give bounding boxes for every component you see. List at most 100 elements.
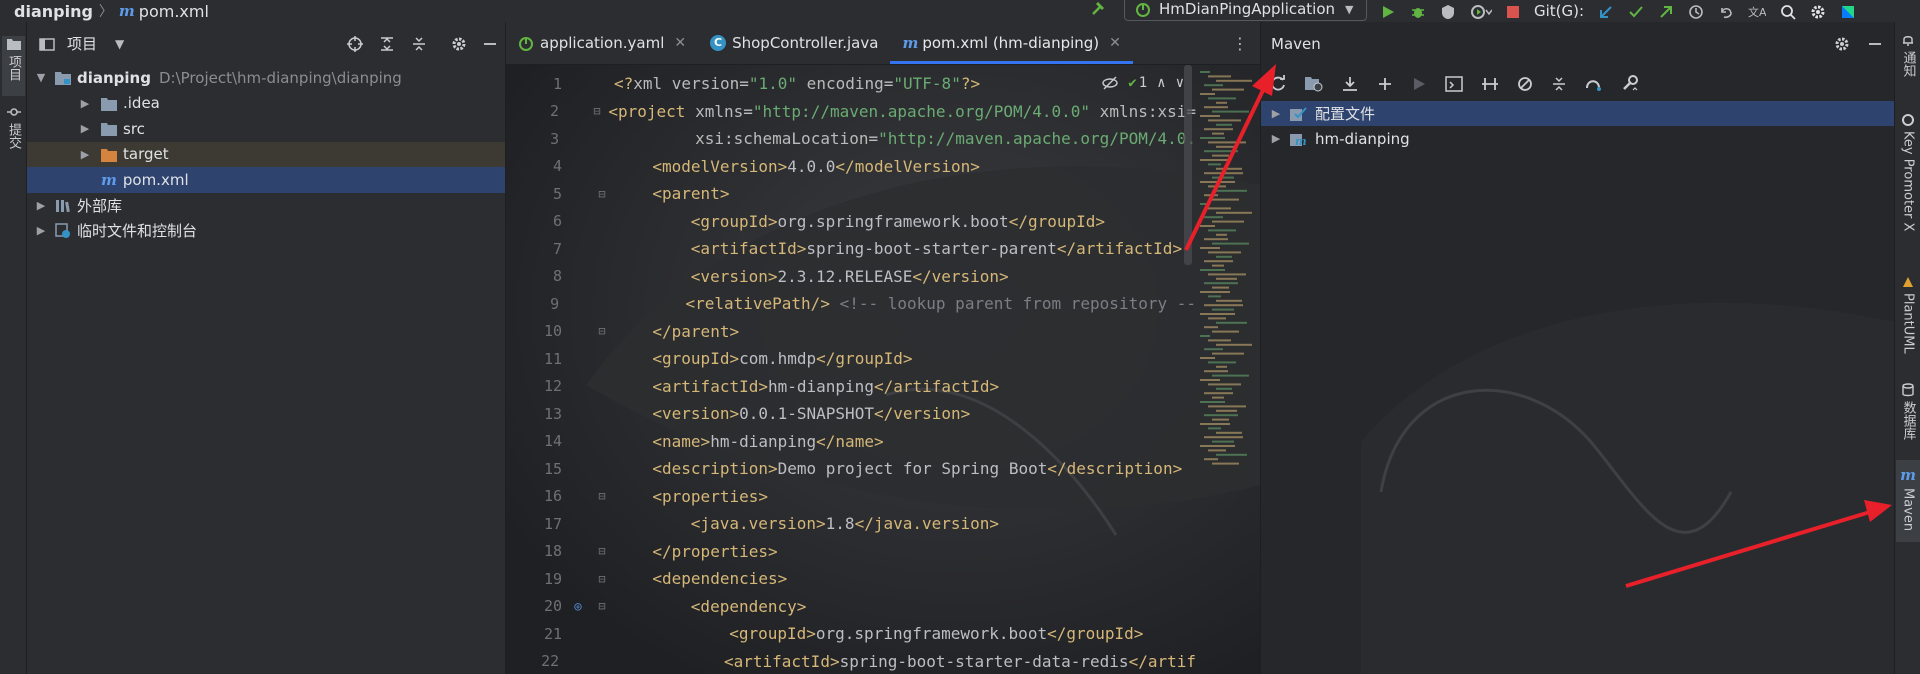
code-line[interactable]: 8 <version>2.3.12.RELEASE</version> xyxy=(506,263,1196,290)
generate-sources-icon[interactable] xyxy=(1305,74,1323,92)
code-line[interactable]: 16 ⊟ <properties> xyxy=(506,483,1196,510)
chevron-right-icon[interactable]: ▶ xyxy=(33,224,49,237)
code-line[interactable]: 4 <modelVersion>4.0.0</modelVersion> xyxy=(506,153,1196,180)
fold-icon[interactable]: ⊟ xyxy=(590,599,614,613)
git-update-icon[interactable] xyxy=(1598,2,1614,20)
coverage-icon[interactable] xyxy=(1440,2,1456,20)
run-icon[interactable] xyxy=(1380,2,1396,20)
profile-icon[interactable] xyxy=(1470,2,1492,20)
eye-crossed-icon[interactable] xyxy=(1102,75,1118,91)
rollback-icon[interactable] xyxy=(1718,2,1734,20)
tab-pom-xml[interactable]: m pom.xml (hm-dianping) ✕ xyxy=(890,22,1134,64)
execute-goal-icon[interactable] xyxy=(1445,74,1463,92)
tab-application-yaml[interactable]: application.yaml ✕ xyxy=(506,22,698,64)
close-icon[interactable]: ✕ xyxy=(1109,35,1121,51)
vertical-scrollbar[interactable] xyxy=(1184,65,1192,265)
tool-window-tab-key-promoter[interactable]: Key Promoter X xyxy=(1896,112,1920,262)
code-line[interactable]: 13 <version>0.0.1-SNAPSHOT</version> xyxy=(506,400,1196,427)
tree-row-dianping[interactable]: ▼ dianping D:\Project\hm-dianping\dianpi… xyxy=(27,65,505,91)
code-line[interactable]: 14 <name>hm-dianping</name> xyxy=(506,428,1196,455)
fold-icon[interactable]: ⊟ xyxy=(590,187,614,201)
maven-settings-wrench-icon[interactable] xyxy=(1621,74,1639,93)
fold-icon[interactable]: ⊟ xyxy=(590,572,614,586)
ide-logo-icon[interactable] xyxy=(1840,2,1856,20)
tool-window-tab-maven[interactable]: m Maven xyxy=(1896,460,1920,542)
expand-all-icon[interactable] xyxy=(379,34,395,52)
fold-icon[interactable]: ⊟ xyxy=(590,489,614,503)
tree-row-pom[interactable]: m pom.xml xyxy=(27,167,505,193)
breadcrumb-project[interactable]: dianping xyxy=(0,2,93,21)
tree-row-scratches[interactable]: ▶ 临时文件和控制台 xyxy=(27,218,505,244)
code-line[interactable]: 6 <groupId>org.springframework.boot</grou… xyxy=(506,208,1196,235)
tool-window-tab-notifications[interactable]: 通知 xyxy=(1896,32,1920,88)
code-line[interactable]: 12 <artifactId>hm-dianping</artifactId> xyxy=(506,373,1196,400)
more-tabs-icon[interactable]: ⋮ xyxy=(1232,34,1248,53)
hide-panel-icon[interactable] xyxy=(483,34,497,52)
code-line[interactable]: 18 ⊟ </properties> xyxy=(506,538,1196,565)
tree-row-external-libraries[interactable]: ▶ 外部库 xyxy=(27,193,505,219)
chevron-right-icon[interactable]: ▶ xyxy=(77,97,93,110)
code-line[interactable]: 9 <relativePath/> <!-- lookup parent from… xyxy=(506,290,1196,317)
chevron-down-icon[interactable]: ▼ xyxy=(115,37,124,51)
chevron-right-icon[interactable]: ▶ xyxy=(1269,132,1283,145)
chevron-down-icon[interactable]: ∨ xyxy=(1176,75,1184,91)
toggle-offline-icon[interactable] xyxy=(1481,74,1499,92)
code-line[interactable]: 15 <description>Demo project for Spring B… xyxy=(506,455,1196,482)
chevron-right-icon[interactable]: ▶ xyxy=(33,199,49,212)
locate-file-icon[interactable] xyxy=(347,34,363,52)
code-line[interactable]: 2 ⊟ <project xmlns="http://maven.apache.or… xyxy=(506,98,1196,125)
code-line[interactable]: 10 ⊟ </parent> xyxy=(506,318,1196,345)
show-dependencies-icon[interactable] xyxy=(1585,74,1603,92)
tab-shopcontroller-java[interactable]: C ShopController.java xyxy=(698,22,890,64)
git-push-icon[interactable] xyxy=(1658,2,1674,20)
inspection-widget[interactable]: ✔ 1 ∧ ∨ xyxy=(1092,75,1184,91)
run-maven-build-icon[interactable] xyxy=(1411,74,1427,92)
code-line[interactable]: 5 ⊟ <parent> xyxy=(506,180,1196,207)
build-hammer-icon[interactable] xyxy=(1090,0,1108,17)
maven-tree-row-hm-dianping[interactable]: ▶ m hm-dianping xyxy=(1261,126,1894,151)
tree-row-target[interactable]: ▶ target xyxy=(27,141,505,167)
tool-window-tab-database[interactable]: 数据库 xyxy=(1896,382,1920,452)
run-configuration-selector[interactable]: HmDianPingApplication ▼ xyxy=(1124,0,1367,21)
fold-icon[interactable]: ⊟ xyxy=(590,544,614,558)
code-line[interactable]: 21 <groupId>org.springframework.boot</gro… xyxy=(506,620,1196,647)
code-editor[interactable]: 1 <?xml version="1.0" encoding="UTF-8"?> 2… xyxy=(506,65,1260,674)
code-line[interactable]: 7 <artifactId>spring-boot-starter-parent<… xyxy=(506,235,1196,262)
hide-panel-icon[interactable] xyxy=(1868,34,1882,52)
tree-row-src[interactable]: ▶ src xyxy=(27,116,505,142)
settings-gear-icon[interactable] xyxy=(451,34,467,52)
fold-icon[interactable]: ⊟ xyxy=(590,324,614,338)
fold-icon[interactable]: ⊟ xyxy=(586,104,609,118)
code-minimap[interactable] xyxy=(1196,71,1252,491)
reload-maven-projects-icon[interactable] xyxy=(1269,74,1287,93)
code-line[interactable]: 17 <java.version>1.8</java.version> xyxy=(506,510,1196,537)
chevron-right-icon[interactable]: ▶ xyxy=(1269,107,1283,120)
project-view-selector[interactable]: 项目 xyxy=(67,33,97,54)
translate-icon[interactable]: 文A xyxy=(1748,2,1766,20)
tool-window-tab-project[interactable]: 项目 xyxy=(2,36,25,96)
code-line[interactable]: 3 xsi:schemaLocation="http://maven.apache… xyxy=(506,125,1196,152)
code-line[interactable]: 19 ⊟ <dependencies> xyxy=(506,565,1196,592)
settings-gear-icon[interactable] xyxy=(1810,2,1826,20)
tree-row-idea[interactable]: ▶ .idea xyxy=(27,91,505,117)
code-line[interactable]: 11 <groupId>com.hmdp</groupId> xyxy=(506,345,1196,372)
breadcrumb-file[interactable]: pom.xml xyxy=(139,2,209,21)
code-line[interactable]: 22 <artifactId>spring-boot-starter-data-r… xyxy=(506,648,1196,674)
collapse-all-icon[interactable] xyxy=(1551,74,1567,92)
skip-tests-icon[interactable] xyxy=(1517,74,1533,92)
tool-window-tab-commit[interactable]: 提交 xyxy=(2,104,25,164)
stop-icon[interactable] xyxy=(1506,2,1520,20)
download-sources-icon[interactable] xyxy=(1341,74,1359,92)
search-icon[interactable] xyxy=(1780,2,1796,20)
tool-window-tab-plantuml[interactable]: PlantUML xyxy=(1896,274,1920,364)
chevron-right-icon[interactable]: ▶ xyxy=(77,148,93,161)
code-line[interactable]: 20 ◎ ⊟ <dependency> xyxy=(506,593,1196,620)
close-icon[interactable]: ✕ xyxy=(674,35,686,51)
git-commit-icon[interactable] xyxy=(1628,2,1644,20)
chevron-up-icon[interactable]: ∧ xyxy=(1157,75,1165,91)
history-icon[interactable] xyxy=(1688,2,1704,20)
settings-gear-icon[interactable] xyxy=(1834,34,1850,52)
chevron-down-icon[interactable]: ▼ xyxy=(33,71,49,84)
add-maven-project-icon[interactable] xyxy=(1377,74,1393,92)
maven-tree-row-profiles[interactable]: ▶ 配置文件 xyxy=(1261,101,1894,126)
